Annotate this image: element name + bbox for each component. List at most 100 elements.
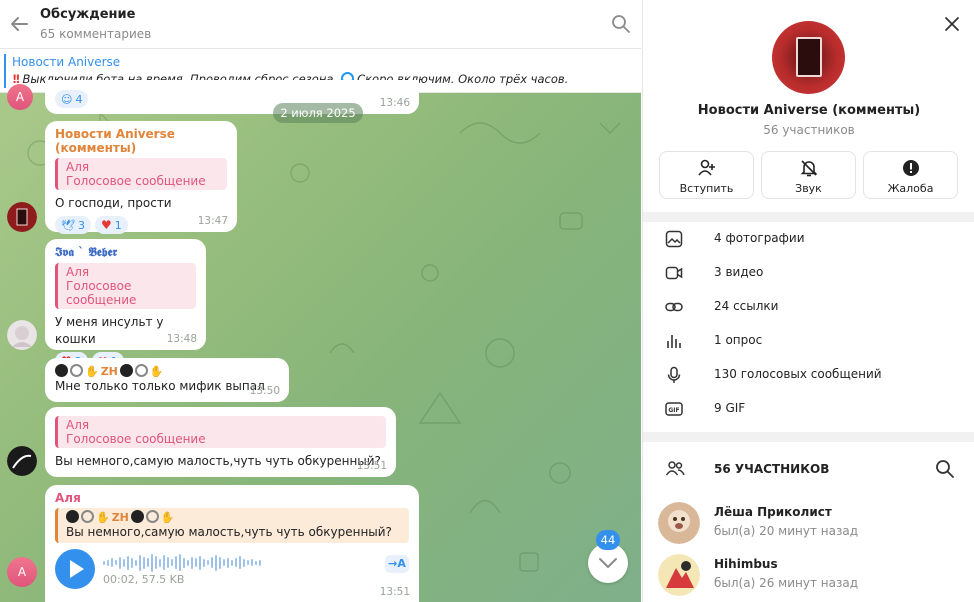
- reaction-chip[interactable]: ♥ 1: [94, 216, 128, 234]
- reply-quote[interactable]: ✋ ZH ✋ Вы немного,самую малость,чуть чуть …: [55, 508, 409, 543]
- link-icon: [665, 302, 683, 312]
- waveform-bar: [135, 559, 137, 566]
- headphones-icon: [145, 510, 159, 523]
- waveform-bar: [175, 556, 177, 569]
- group-member-count: 56 участников: [763, 123, 855, 137]
- eight-ball-icon: [55, 364, 68, 377]
- avatar[interactable]: [7, 446, 37, 476]
- waveform-bar: [191, 556, 193, 569]
- waveform-bar: [151, 553, 153, 572]
- members-title: 56 УЧАСТНИКОВ: [714, 462, 830, 476]
- waveform-bar: [103, 560, 105, 565]
- message-bubble: Новости Aniverse (комменты) Аля Голосово…: [45, 121, 237, 234]
- report-button[interactable]: Жалоба: [863, 151, 958, 199]
- media-voice[interactable]: 130 голосовых сообщений: [643, 358, 974, 392]
- members-header: 56 УЧАСТНИКОВ: [643, 452, 974, 486]
- chat-title: Обсуждение: [40, 7, 136, 22]
- avatar[interactable]: [7, 202, 37, 232]
- avatar: [658, 502, 700, 544]
- headphones-icon: [70, 364, 83, 377]
- message-bubble: ✋ ZH ✋ Мне только только мифик выпал 13:50: [45, 358, 289, 402]
- waveform-bar: [123, 558, 125, 567]
- chat-area: Обсуждение 65 комментариев Новости Anive…: [0, 0, 641, 602]
- reply-quote[interactable]: Аля Голосовое сообщение: [55, 416, 386, 448]
- media-polls[interactable]: 1 опрос: [643, 324, 974, 358]
- waveform-bar: [227, 557, 229, 568]
- mute-button[interactable]: Звук: [761, 151, 856, 199]
- reaction-chip[interactable]: 🕊 3: [55, 216, 91, 234]
- message-bubble: Аля Голосовое сообщение Вы немного,самую…: [45, 407, 396, 477]
- media-links[interactable]: 24 ссылки: [643, 290, 974, 324]
- waveform-bar: [179, 554, 181, 571]
- search-icon[interactable]: [611, 14, 631, 34]
- waveform-bar: [259, 559, 261, 566]
- message-time: 13:48: [166, 333, 197, 345]
- info-panel: Новости Aniverse (комменты) 56 участнико…: [642, 0, 974, 602]
- close-icon[interactable]: [942, 14, 962, 34]
- gif-icon: GIF: [665, 402, 683, 416]
- member-status: был(а) 20 минут назад: [714, 524, 858, 538]
- waveform-bar: [187, 559, 189, 566]
- media-photos[interactable]: 4 фотографии: [643, 222, 974, 256]
- hand-icon: ✋: [96, 511, 110, 524]
- eight-ball-icon: [66, 510, 79, 523]
- avatar[interactable]: [7, 320, 37, 350]
- waveform-bar: [139, 554, 141, 571]
- video-icon: [665, 266, 683, 280]
- message-author[interactable]: 𝕴𝖛𝖆 ` 𝕭𝖊𝖇𝖊𝖗: [55, 245, 196, 260]
- member-item[interactable]: Hihimbus был(а) 26 минут назад: [643, 552, 974, 600]
- waveform-bar: [243, 558, 245, 567]
- waveform-bar: [167, 557, 169, 568]
- headphones-icon: [134, 364, 148, 377]
- pinned-title: Новости Aniverse: [12, 55, 121, 69]
- reply-quote[interactable]: Аля Голосовое сообщение: [55, 158, 227, 190]
- waveform-bar: [127, 555, 129, 570]
- message-text: Вы немного,самую малость,чуть чуть обкур…: [55, 454, 381, 468]
- bell-off-icon: [800, 160, 817, 177]
- message-bubble-partial: ☺ 4 13:46: [45, 80, 419, 114]
- waveform-bar: [203, 558, 205, 567]
- photo-icon: [665, 230, 683, 248]
- media-gifs[interactable]: GIF 9 GIF: [643, 392, 974, 426]
- back-arrow-icon[interactable]: [8, 13, 30, 35]
- waveform-bar: [207, 560, 209, 565]
- member-item[interactable]: Лёша Приколист был(а) 20 минут назад: [643, 500, 974, 548]
- pinned-indicator: [4, 54, 6, 88]
- waveform-bar: [159, 558, 161, 567]
- avatar[interactable]: A: [7, 84, 33, 110]
- avatar[interactable]: A: [7, 557, 37, 587]
- transcribe-button[interactable]: →A: [385, 555, 409, 573]
- message-time: 13:51: [356, 460, 387, 472]
- waveform-bar: [235, 558, 237, 567]
- search-icon[interactable]: [935, 459, 955, 479]
- group-avatar[interactable]: [772, 21, 845, 94]
- section-divider: [643, 432, 974, 442]
- waveform-bar: [247, 560, 249, 565]
- media-videos[interactable]: 3 видео: [643, 256, 974, 290]
- audio-meta: 00:02, 57.5 KB: [103, 572, 185, 586]
- audio-waveform[interactable]: [103, 553, 261, 573]
- hand-icon: ✋: [149, 365, 164, 378]
- waveform-bar: [215, 554, 217, 571]
- message-author[interactable]: Аля: [55, 491, 409, 505]
- reaction-chip[interactable]: ☺ 4: [55, 90, 89, 108]
- author-emoji-name[interactable]: ✋ ZH ✋: [55, 364, 279, 378]
- waveform-bar: [107, 559, 109, 566]
- message-author[interactable]: Новости Aniverse (комменты): [55, 127, 227, 155]
- member-name: Hihimbus: [714, 557, 778, 571]
- headphones-icon: [81, 510, 94, 523]
- reply-quote[interactable]: Аля Голосовое сообщение: [55, 263, 196, 309]
- poll-icon: [667, 335, 681, 348]
- section-divider: [643, 212, 974, 222]
- member-name: Лёша Приколист: [714, 505, 832, 519]
- date-divider: 2 июля 2025: [273, 103, 363, 123]
- group-name: Новости Aniverse (комменты): [697, 103, 921, 118]
- hand-icon: ✋: [85, 365, 99, 378]
- waveform-bar: [111, 558, 113, 567]
- waveform-bar: [155, 556, 157, 569]
- waveform-bar: [115, 560, 117, 565]
- play-button[interactable]: [55, 549, 95, 589]
- eight-ball-icon: [130, 510, 144, 523]
- join-button[interactable]: Вступить: [659, 151, 754, 199]
- card-image-icon: [796, 37, 822, 77]
